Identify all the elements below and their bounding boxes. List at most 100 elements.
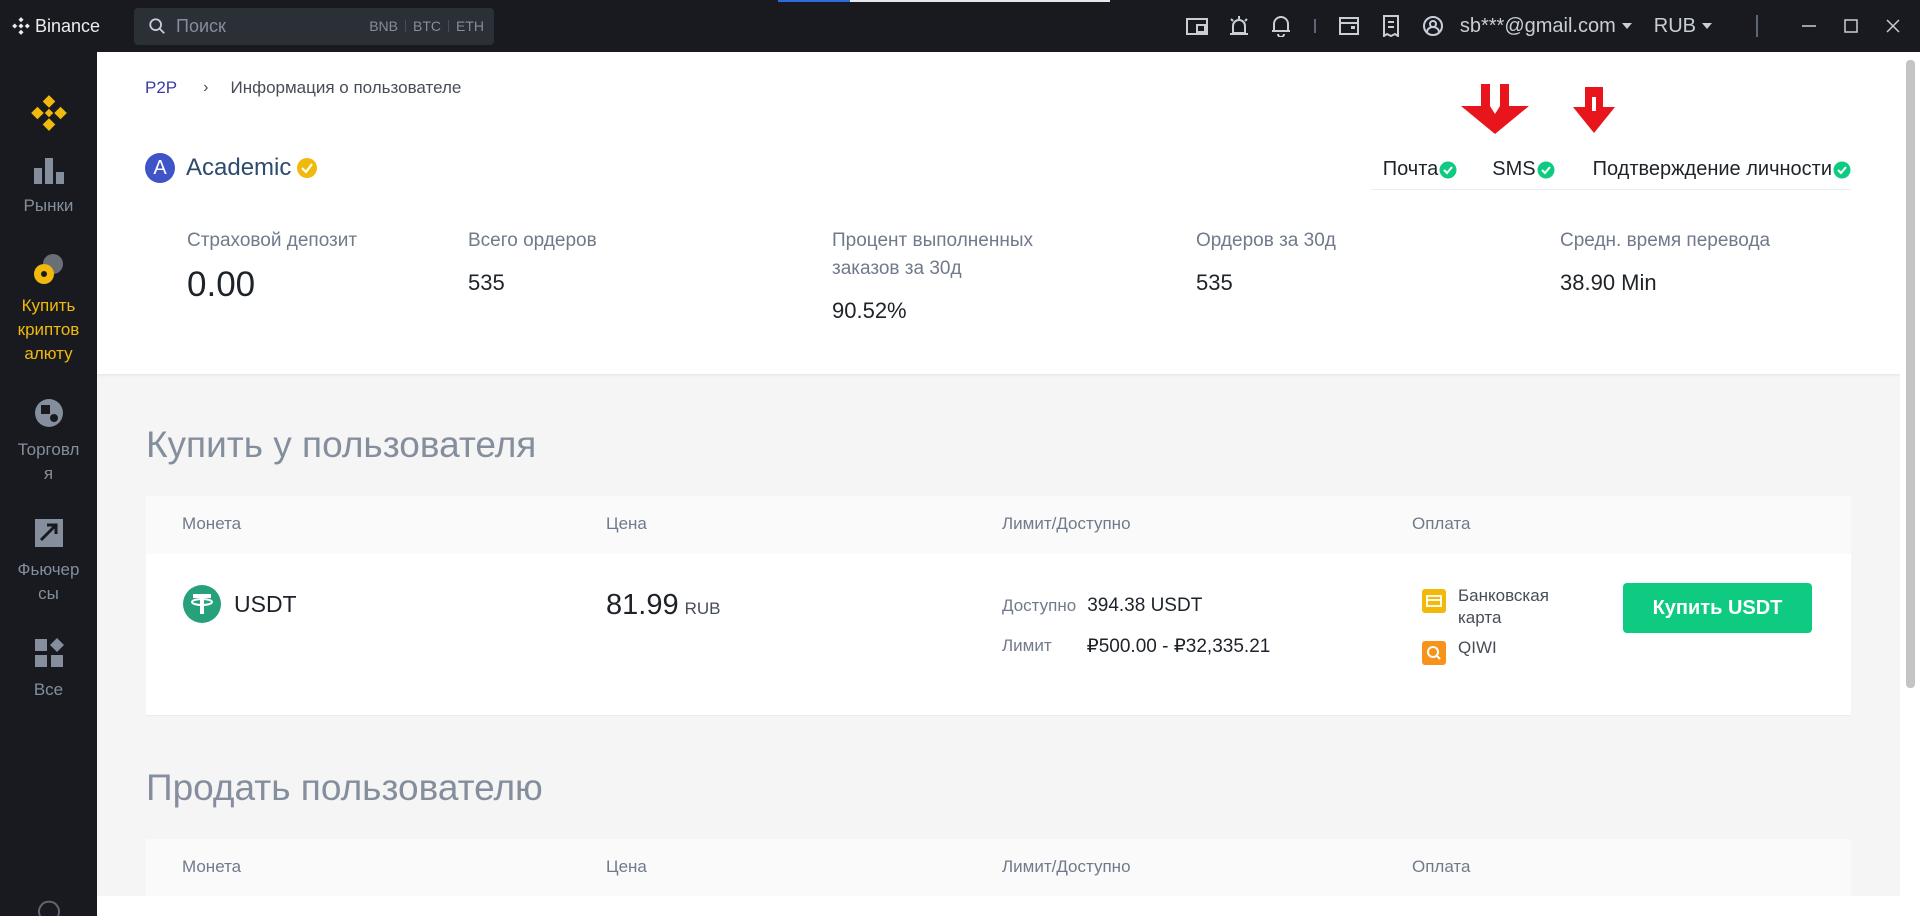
sidebar-item-futures[interactable]: Фьючер сы <box>0 516 97 606</box>
offer-payment-methods: Банковская карта QIWI <box>1422 585 1568 673</box>
account-menu[interactable]: sb***@gmail.com <box>1460 15 1632 38</box>
toolbar-divider <box>1313 19 1316 33</box>
sidebar-item-label: сы <box>38 584 59 603</box>
search-tag[interactable]: BNB <box>369 18 398 34</box>
sell-table-body <box>97 896 1900 916</box>
stat-label: Ордеров за 30д <box>1196 230 1336 251</box>
verification-status: Почта SMS Подтверждение личности <box>1370 152 1851 190</box>
column-header-limit: Лимит/Доступно <box>1002 514 1131 533</box>
loading-bar-track <box>850 0 1110 2</box>
coin-name: USDT <box>234 590 297 617</box>
chevron-down-icon <box>1621 23 1632 29</box>
main-content: P2P › Информация о пользователе A Academ… <box>97 52 1900 916</box>
stat-deposit: Страховой депозит 0.00 <box>187 227 357 305</box>
title-bar: Binance Поиск BNB BTC ETH sb***@gmail.co… <box>0 0 1920 52</box>
all-icon <box>34 638 64 667</box>
sidebar-item-home[interactable] <box>0 92 97 142</box>
column-header-price: Цена <box>606 514 647 533</box>
sidebar-item-label: Рынки <box>23 196 74 215</box>
buy-table-header: Монета Цена Лимит/Доступно Оплата <box>146 496 1851 554</box>
currency-selector[interactable]: RUB <box>1654 15 1712 38</box>
scrollbar[interactable] <box>1900 52 1920 916</box>
verification-label: SMS <box>1492 158 1536 180</box>
binance-logo-icon <box>12 17 30 35</box>
sidebar-item-label: Торговл <box>17 440 80 459</box>
close-button[interactable] <box>1872 0 1914 52</box>
price-currency: RUB <box>684 599 721 618</box>
column-header-payment: Оплата <box>1412 857 1471 876</box>
offer-limit: Доступно 394.38 USDT Лимит ₽500.00 - ₽32… <box>1002 586 1270 666</box>
verification-identity: Подтверждение личности <box>1593 158 1851 181</box>
stat-total-orders: Всего ордеров 535 <box>468 227 597 296</box>
binance-logo-icon <box>30 95 67 131</box>
verification-label: Подтверждение личности <box>1592 158 1832 180</box>
maximize-button[interactable] <box>1830 0 1872 52</box>
verification-sms: SMS <box>1492 158 1555 181</box>
stat-orders-30d: Ордеров за 30д 535 <box>1196 227 1336 296</box>
wallet-icon[interactable] <box>1328 0 1370 52</box>
search-input[interactable]: Поиск BNB BTC ETH <box>134 7 494 45</box>
stat-label: Средн. время перевода <box>1560 230 1771 251</box>
user-info-card: P2P › Информация о пользователе A Academ… <box>97 52 1900 374</box>
sell-section-title: Продать пользователю <box>146 767 543 808</box>
verified-merchant-icon <box>297 158 318 178</box>
payment-label: Банковская <box>1458 586 1549 605</box>
stat-value: 38.90 Min <box>1560 270 1657 295</box>
minimize-button[interactable] <box>1788 0 1830 52</box>
payment-method: QIWI <box>1422 637 1568 665</box>
stat-value: 535 <box>468 270 505 295</box>
breadcrumb-p2p-link[interactable]: P2P <box>145 78 177 98</box>
column-header-limit: Лимит/Доступно <box>1002 857 1131 876</box>
avatar: A <box>145 153 175 183</box>
search-tag[interactable]: BTC <box>413 18 441 34</box>
offer-price: 81.99 RUB <box>606 589 720 622</box>
sidebar-item-markets[interactable]: Рынки <box>0 154 97 218</box>
verification-email: Почта <box>1383 158 1458 181</box>
currency-label: RUB <box>1653 14 1696 37</box>
scrollbar-thumb[interactable] <box>1906 60 1915 688</box>
search-tags: BNB BTC ETH <box>369 18 484 34</box>
futures-icon <box>34 519 63 547</box>
bank-card-icon <box>1422 589 1446 613</box>
close-icon <box>1886 19 1900 33</box>
alarm-icon[interactable] <box>1218 0 1260 52</box>
username[interactable]: Academic <box>186 154 291 182</box>
stat-avg-transfer-time: Средн. время перевода 38.90 Min <box>1560 227 1770 296</box>
stat-label: заказов за 30д <box>832 258 962 279</box>
buy-usdt-button[interactable]: Купить USDT <box>1623 583 1812 633</box>
payment-method: Банковская карта <box>1422 585 1568 629</box>
search-tag[interactable]: ETH <box>456 18 484 34</box>
refresh-icon[interactable] <box>34 898 64 916</box>
check-circle-icon <box>1439 161 1457 178</box>
chevron-right-icon: › <box>203 79 209 96</box>
column-header-coin: Монета <box>182 514 242 533</box>
sidebar-item-trade[interactable]: Торговл я <box>0 396 97 486</box>
toolbar-divider <box>1756 15 1758 37</box>
column-header-price: Цена <box>606 857 647 876</box>
search-placeholder: Поиск <box>176 15 226 36</box>
qiwi-icon <box>1422 641 1446 665</box>
bell-icon[interactable] <box>1260 0 1302 52</box>
account-email: sb***@gmail.com <box>1459 14 1616 37</box>
sidebar-item-label: Купить <box>21 296 76 315</box>
orders-icon[interactable] <box>1370 0 1412 52</box>
sidebar-item-label: Фьючер <box>17 560 80 579</box>
user-header: A Academic <box>145 153 318 183</box>
limit-label: Лимит <box>1002 636 1052 655</box>
column-header-payment: Оплата <box>1412 514 1471 533</box>
markets-icon <box>33 158 64 184</box>
annotation-arrow-icon <box>1573 87 1615 133</box>
stat-completion-rate: Процент выполненных заказов за 30д 90.52… <box>832 227 1033 324</box>
available-label: Доступно <box>1002 596 1077 615</box>
sidebar-item-all[interactable]: Все <box>0 636 97 702</box>
portfolio-icon[interactable] <box>1176 0 1218 52</box>
offer-coin: USDT <box>182 584 297 624</box>
search-icon <box>149 18 165 34</box>
verification-label: Почта <box>1382 158 1439 180</box>
profile-icon[interactable] <box>1412 0 1454 52</box>
sidebar-item-label: я <box>43 464 54 483</box>
buy-crypto-icon <box>33 254 63 284</box>
sidebar-item-buy-crypto[interactable]: Купить криптов алюту <box>0 252 97 366</box>
app-brand[interactable]: Binance <box>12 16 134 37</box>
sidebar-item-label: алюту <box>24 344 73 363</box>
